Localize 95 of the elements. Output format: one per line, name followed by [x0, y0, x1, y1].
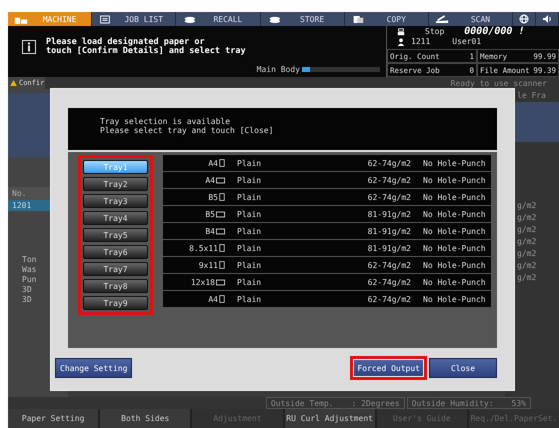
function-tab[interactable]: RU Curl Adjustment — [284, 409, 375, 428]
punch-setting: No Hole-Punch — [423, 192, 486, 202]
paper-weight: 62-74g/m2 — [366, 158, 411, 168]
landscape-paper-icon — [216, 176, 225, 184]
paper-type: Plain — [237, 278, 262, 286]
paper-size: A4 — [208, 294, 218, 304]
weight-unit: g/m2 — [517, 224, 538, 236]
paper-weight: 62-74g/m2 — [366, 278, 411, 286]
paper-type: Plain — [237, 176, 262, 184]
paper-type: Plain — [237, 294, 262, 304]
side-item: Pun — [22, 275, 38, 285]
punch-setting: No Hole-Punch — [423, 260, 486, 270]
user-name: User01 — [452, 37, 482, 46]
instruction-message: Please load designated paper or touch [Confirm Details] and select tray — [46, 38, 246, 58]
paper-type: Plain — [237, 192, 262, 202]
punch-setting: No Hole-Punch — [423, 158, 486, 168]
tray-button[interactable]: Tray3 — [83, 194, 148, 208]
punch-setting: No Hole-Punch — [423, 226, 486, 236]
dialog-button[interactable]: Close — [429, 358, 497, 378]
paper-weight: 62-74g/m2 — [366, 260, 411, 270]
user-id: 1211 — [411, 37, 430, 46]
punch-setting: No Hole-Punch — [423, 244, 486, 252]
environment-label: Outside Temp. — [270, 398, 334, 408]
function-tab[interactable]: Paper Setting — [8, 409, 98, 428]
side-item: 3D — [22, 295, 33, 305]
tray-button[interactable]: Tray5 — [83, 228, 148, 242]
list-icon — [98, 14, 112, 24]
weight-unit: g/m2 — [517, 272, 538, 284]
landscape-paper-icon — [216, 228, 225, 234]
warning-icon — [10, 80, 17, 86]
punch-setting: No Hole-Punch — [423, 210, 486, 218]
main-body-label: Main Body — [256, 65, 300, 74]
paper-size: A4 — [208, 158, 218, 168]
paper-weight: 81-91g/m2 — [366, 210, 411, 218]
paper-size: 12x18 — [190, 278, 215, 286]
info-icon — [22, 40, 36, 54]
paper-size: B5 — [205, 210, 215, 218]
globe-icon — [519, 14, 530, 24]
environment-value: 53% — [512, 398, 526, 408]
user-icon — [397, 38, 405, 46]
weight-unit: g/m2 — [517, 260, 538, 272]
portrait-paper-icon — [219, 193, 225, 201]
job-counter: 0000/000 ! — [464, 26, 524, 37]
paper-size: 8.5x11 — [189, 244, 218, 252]
paper-type: Plain — [237, 226, 262, 236]
dialog-message: Tray selection is available Please select tray and touch [Close] — [68, 108, 497, 150]
paper-type: Plain — [237, 244, 262, 252]
paper-weight: 62-74g/m2 — [366, 176, 411, 184]
copy-icon — [350, 14, 365, 24]
tray-button[interactable]: Tray7 — [83, 262, 148, 276]
portrait-paper-icon — [219, 159, 225, 167]
speaker-icon — [542, 14, 552, 24]
column-heading: le Fra — [516, 90, 547, 102]
function-tab[interactable]: Both Sides — [100, 409, 190, 428]
punch-setting: No Hole-Punch — [423, 278, 486, 286]
paper-weight: 62-74g/m2 — [366, 192, 411, 202]
paper-size: A4 — [205, 176, 215, 184]
weight-unit: g/m2 — [517, 200, 538, 212]
environment-label: Outside Humidity: — [412, 398, 494, 408]
side-item: 3D — [22, 285, 33, 295]
paper-size: 9x11 — [198, 260, 218, 270]
tray-button[interactable]: Tray2 — [83, 177, 148, 191]
environment-value: : 2Degrees — [351, 398, 400, 408]
ready-status: Ready to use scanner — [450, 78, 547, 88]
punch-setting: No Hole-Punch — [423, 176, 486, 184]
weight-unit: g/m2 — [517, 236, 538, 248]
stack-icon — [266, 14, 281, 24]
weight-unit: g/m2 — [517, 248, 538, 260]
side-item: Was — [22, 265, 38, 275]
dialog-button[interactable]: Change Setting — [55, 358, 132, 378]
paper-size: B4 — [205, 226, 215, 236]
portrait-paper-icon — [219, 261, 225, 269]
tray-button[interactable]: Tray4 — [83, 211, 148, 225]
paper-size: B5 — [208, 192, 218, 202]
scanner-icon — [434, 14, 449, 24]
paper-type: Plain — [237, 210, 262, 218]
paper-weight: 81-91g/m2 — [366, 226, 411, 236]
portrait-paper-icon — [219, 244, 225, 252]
weight-unit: g/m2 — [517, 212, 538, 224]
tray-button[interactable]: Tray8 — [83, 279, 148, 293]
paper-type: Plain — [237, 158, 262, 168]
paper-type: Plain — [237, 260, 262, 270]
tray-button[interactable]: Tray6 — [83, 245, 148, 259]
printer-icon — [397, 28, 405, 36]
side-item: Ton — [22, 255, 38, 265]
punch-setting: No Hole-Punch — [423, 294, 486, 304]
paper-weight: 62-74g/m2 — [366, 294, 411, 304]
stack-icon — [182, 14, 196, 24]
landscape-paper-icon — [216, 210, 225, 218]
portrait-paper-icon — [219, 295, 225, 303]
paper-weight: 81-91g/m2 — [366, 244, 411, 252]
tray-button[interactable]: Tray9 — [83, 296, 148, 310]
machine-state: Stop — [425, 27, 444, 36]
landscape-paper-icon — [216, 278, 225, 286]
dialog-button[interactable]: Forced Output — [350, 356, 427, 380]
